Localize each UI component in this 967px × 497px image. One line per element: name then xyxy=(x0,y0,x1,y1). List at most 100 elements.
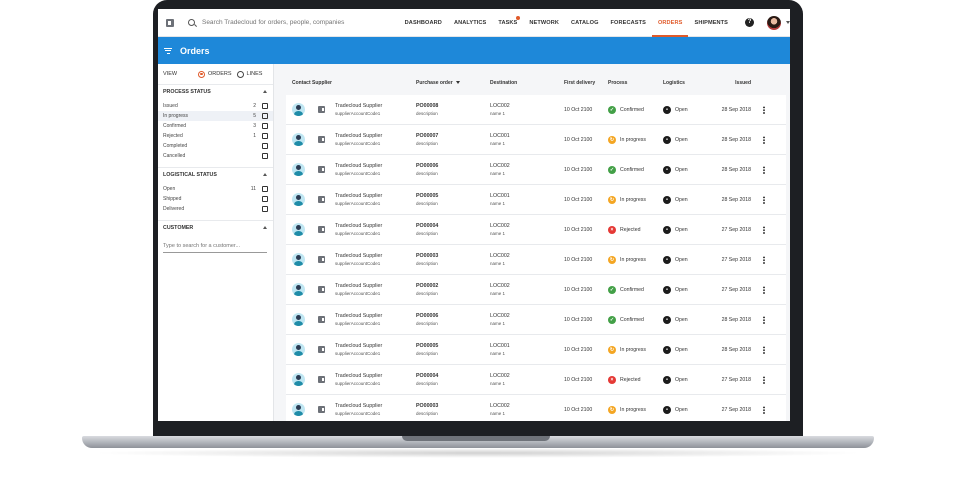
contact-avatar[interactable] xyxy=(292,283,305,296)
contact-avatar[interactable] xyxy=(292,133,305,146)
more-vert-icon[interactable] xyxy=(763,105,765,114)
more-vert-icon[interactable] xyxy=(763,165,765,174)
po-number[interactable]: PO00003 xyxy=(416,403,490,410)
logistics-status: • Open xyxy=(663,315,703,324)
table-row[interactable]: Tradecloud Supplier supplierAccountCode1… xyxy=(286,395,786,421)
col-issued[interactable]: Issued xyxy=(703,80,757,86)
contact-avatar[interactable] xyxy=(292,223,305,236)
po-number[interactable]: PO00006 xyxy=(416,313,490,320)
po-number[interactable]: PO00006 xyxy=(416,163,490,170)
table-row[interactable]: Tradecloud Supplier supplierAccountCode1… xyxy=(286,215,786,245)
chevron-up-icon[interactable] xyxy=(263,173,267,176)
filter-label: Delivered xyxy=(163,206,185,212)
filter-delivered[interactable]: Delivered xyxy=(158,204,273,214)
more-vert-icon[interactable] xyxy=(763,135,765,144)
filter-checkbox[interactable] xyxy=(262,123,268,129)
contact-avatar[interactable] xyxy=(292,313,305,326)
col-first-delivery[interactable]: First delivery xyxy=(564,80,608,86)
filter-completed[interactable]: Completed xyxy=(158,141,273,151)
filter-checkbox[interactable] xyxy=(262,103,268,109)
more-vert-icon[interactable] xyxy=(763,345,765,354)
filter-icon[interactable] xyxy=(164,47,172,54)
contact-avatar[interactable] xyxy=(292,163,305,176)
logistics-status: • Open xyxy=(663,375,703,384)
filter-checkbox[interactable] xyxy=(262,113,268,119)
contact-avatar[interactable] xyxy=(292,403,305,416)
col-logistics[interactable]: Logistics xyxy=(663,80,703,86)
nav-forecasts[interactable]: FORECASTS xyxy=(605,9,652,37)
nav-dashboard[interactable]: DASHBOARD xyxy=(399,9,448,37)
chevron-up-icon[interactable] xyxy=(263,90,267,93)
filter-cancelled[interactable]: Cancelled xyxy=(158,151,273,161)
table-row[interactable]: Tradecloud Supplier supplierAccountCode1… xyxy=(286,125,786,155)
nav-orders[interactable]: ORDERS xyxy=(651,9,689,37)
contact-avatar[interactable] xyxy=(292,103,305,116)
contact-avatar[interactable] xyxy=(292,343,305,356)
help-icon[interactable]: ? xyxy=(745,18,755,27)
table-row[interactable]: Tradecloud Supplier supplierAccountCode1… xyxy=(286,335,786,365)
po-number[interactable]: PO00007 xyxy=(416,133,490,140)
po-number[interactable]: PO00005 xyxy=(416,193,490,200)
col-process[interactable]: Process xyxy=(608,80,663,86)
user-avatar[interactable] xyxy=(767,15,781,30)
filter-checkbox[interactable] xyxy=(262,153,268,159)
po-number[interactable]: PO00008 xyxy=(416,103,490,110)
table-row[interactable]: Tradecloud Supplier supplierAccountCode1… xyxy=(286,95,786,125)
po-number[interactable]: PO00004 xyxy=(416,373,490,380)
more-vert-icon[interactable] xyxy=(763,255,765,264)
nav-shipments[interactable]: SHIPMENTS xyxy=(688,9,734,37)
sort-desc-icon[interactable] xyxy=(455,81,460,85)
more-vert-icon[interactable] xyxy=(763,315,765,324)
filter-checkbox[interactable] xyxy=(262,206,268,212)
table-row[interactable]: Tradecloud Supplier supplierAccountCode1… xyxy=(286,275,786,305)
row-menu xyxy=(757,285,771,294)
table-row[interactable]: Tradecloud Supplier supplierAccountCode1… xyxy=(286,185,786,215)
table-row[interactable]: Tradecloud Supplier supplierAccountCode1… xyxy=(286,155,786,185)
filter-rejected[interactable]: Rejected 1 xyxy=(158,131,273,141)
contact-avatar[interactable] xyxy=(292,193,305,206)
table-row[interactable]: Tradecloud Supplier supplierAccountCode1… xyxy=(286,305,786,335)
table-row[interactable]: Tradecloud Supplier supplierAccountCode1… xyxy=(286,365,786,395)
filter-shipped[interactable]: Shipped xyxy=(158,194,273,204)
nav-catalog[interactable]: CATALOG xyxy=(565,9,605,37)
filter-checkbox[interactable] xyxy=(262,186,268,192)
destination-cell: LOC002 name 1 xyxy=(490,313,564,327)
po-number[interactable]: PO00003 xyxy=(416,253,490,260)
orders-radio[interactable] xyxy=(198,70,205,78)
more-vert-icon[interactable] xyxy=(763,375,765,384)
logistical-status-header[interactable]: LOGISTICAL STATUS xyxy=(158,167,273,181)
po-number[interactable]: PO00002 xyxy=(416,283,490,290)
customer-header[interactable]: CUSTOMER xyxy=(158,220,273,234)
process-status-header[interactable]: PROCESS STATUS xyxy=(158,84,273,98)
col-supplier[interactable]: Supplier xyxy=(312,80,416,86)
nav-tasks[interactable]: TASKS xyxy=(492,9,523,37)
search-input[interactable] xyxy=(201,19,382,26)
filter-checkbox[interactable] xyxy=(262,133,268,139)
chevron-up-icon[interactable] xyxy=(263,226,267,229)
truck-icon: • xyxy=(663,285,671,294)
col-contact[interactable]: Contact xyxy=(286,80,312,86)
po-number[interactable]: PO00004 xyxy=(416,223,490,230)
nav-analytics[interactable]: ANALYTICS xyxy=(448,9,492,37)
chevron-down-icon[interactable] xyxy=(786,21,790,24)
contact-avatar[interactable] xyxy=(292,253,305,266)
filter-checkbox[interactable] xyxy=(262,143,268,149)
nav-network[interactable]: NETWORK xyxy=(523,9,565,37)
col-purchase-order[interactable]: Purchase order xyxy=(416,80,490,86)
filter-issued[interactable]: Issued 2 xyxy=(158,101,273,111)
more-vert-icon[interactable] xyxy=(763,195,765,204)
filter-checkbox[interactable] xyxy=(262,196,268,202)
more-vert-icon[interactable] xyxy=(763,405,765,414)
contact-avatar[interactable] xyxy=(292,373,305,386)
filter-confirmed[interactable]: Confirmed 3 xyxy=(158,121,273,131)
customer-search-input[interactable] xyxy=(163,240,267,253)
po-number[interactable]: PO00005 xyxy=(416,343,490,350)
more-vert-icon[interactable] xyxy=(763,285,765,294)
col-destination[interactable]: Destination xyxy=(490,80,564,86)
company-icon[interactable] xyxy=(166,18,174,27)
filter-in-progress[interactable]: In progress 5 xyxy=(158,111,273,121)
table-row[interactable]: Tradecloud Supplier supplierAccountCode1… xyxy=(286,245,786,275)
lines-radio[interactable] xyxy=(236,70,244,78)
more-vert-icon[interactable] xyxy=(763,225,765,234)
filter-open[interactable]: Open 11 xyxy=(158,184,273,194)
